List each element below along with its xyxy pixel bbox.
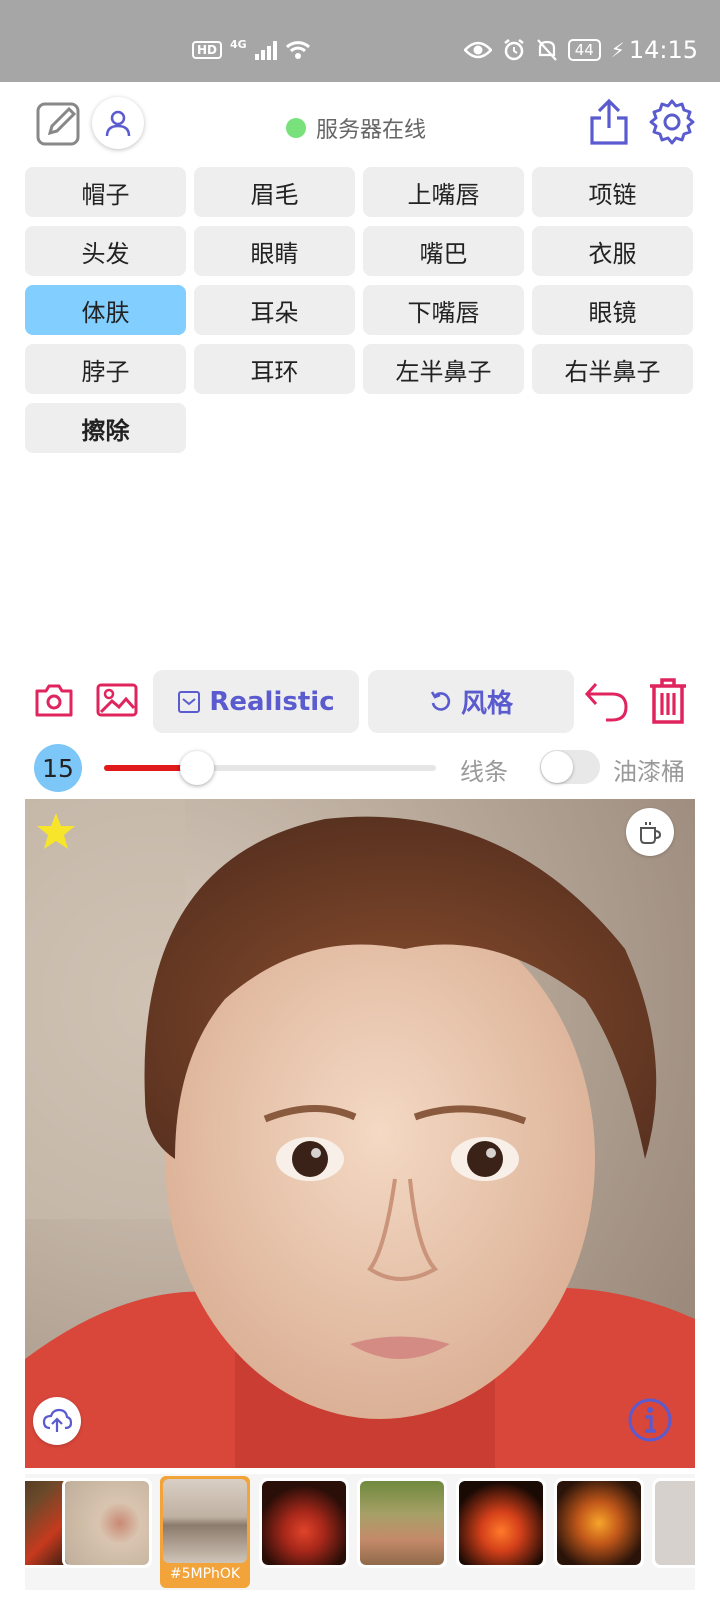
top-bar: 服务器在线 (0, 82, 720, 162)
coffee-icon (640, 822, 662, 844)
network-type: 4G (230, 38, 247, 51)
hd-badge: HD (192, 40, 223, 59)
category-grid: 帽子 眉毛 上嘴唇 项链头发 眼睛 嘴巴 衣服体肤 耳朵 下嘴唇 眼镜脖子 耳环 左半鼻子 右半鼻子擦除 (25, 167, 695, 453)
category-button[interactable]: 耳朵 (194, 285, 355, 335)
toolbar: Realistic 风格 (0, 670, 720, 734)
category-button[interactable]: 上嘴唇 (363, 167, 524, 217)
category-button[interactable]: 左半鼻子 (363, 344, 524, 394)
photo-canvas[interactable] (25, 799, 695, 1468)
upload-button[interactable] (33, 1397, 81, 1445)
gallery-button[interactable] (96, 680, 138, 720)
style-button[interactable]: 风格 (368, 670, 574, 733)
status-bar: HD 4G 44 ⚡ 14:15 (0, 0, 720, 82)
paint-bucket-toggle[interactable] (540, 750, 600, 784)
category-button[interactable]: 嘴巴 (363, 226, 524, 276)
category-button[interactable]: 衣服 (532, 226, 693, 276)
style-thumbnail[interactable] (652, 1478, 695, 1568)
brush-size-slider[interactable] (104, 751, 436, 785)
category-button[interactable]: 帽子 (25, 167, 186, 217)
share-button[interactable] (586, 98, 632, 146)
image-icon (96, 683, 138, 717)
thumbnail-caption: #5MPhOK (169, 1566, 241, 1582)
style-thumbnail-strip[interactable]: #5MPhOK (25, 1474, 695, 1590)
category-button[interactable]: 右半鼻子 (532, 344, 693, 394)
toggle-knob (541, 751, 573, 783)
coffee-button[interactable] (626, 808, 674, 856)
camera-icon (35, 684, 73, 717)
wifi-icon (285, 40, 310, 59)
slider-thumb[interactable] (179, 751, 214, 785)
style-thumbnail-selected[interactable]: #5MPhOK (160, 1476, 250, 1588)
category-button[interactable]: 头发 (25, 226, 186, 276)
eye-icon (463, 41, 492, 59)
edit-icon (36, 102, 80, 146)
clock: 14:15 (628, 36, 698, 64)
edit-button[interactable] (36, 100, 82, 146)
portrait-image (25, 799, 695, 1468)
user-icon (105, 110, 131, 137)
paint-bucket-label: 油漆桶 (613, 758, 685, 786)
profile-button[interactable] (92, 97, 144, 149)
alarm-icon (503, 39, 524, 61)
server-status-label: 服务器在线 (316, 118, 427, 143)
style-thumbnail[interactable] (259, 1478, 349, 1568)
category-button[interactable]: 项链 (532, 167, 693, 217)
settings-button[interactable] (648, 98, 696, 146)
battery-level: 44 (567, 39, 601, 61)
brush-size-badge: 15 (34, 744, 82, 792)
category-button[interactable]: 下嘴唇 (363, 285, 524, 335)
brush-controls: 15 线条 油漆桶 (0, 744, 720, 794)
style-thumbnail[interactable] (554, 1478, 644, 1568)
cloud-upload-icon (42, 1408, 72, 1432)
model-label: Realistic (209, 686, 335, 717)
share-icon (590, 98, 628, 145)
charging-icon: ⚡ (610, 38, 625, 62)
gear-icon (649, 99, 695, 145)
style-thumbnail[interactable] (456, 1478, 546, 1568)
category-button[interactable]: 体肤 (25, 285, 186, 335)
camera-button[interactable] (34, 680, 74, 720)
category-button[interactable]: 耳环 (194, 344, 355, 394)
line-mode-label: 线条 (460, 758, 508, 786)
network-indicators: HD 4G (192, 38, 311, 61)
delete-button[interactable] (646, 676, 690, 726)
info-icon[interactable] (627, 1397, 673, 1443)
style-label: 风格 (460, 689, 513, 719)
online-dot (286, 118, 306, 138)
status-right: 44 ⚡ 14:15 (463, 36, 698, 64)
undo-button[interactable] (584, 678, 630, 724)
favorite-star-icon[interactable] (35, 811, 77, 855)
category-button[interactable]: 眉毛 (194, 167, 355, 217)
style-thumbnail[interactable] (62, 1478, 152, 1568)
refresh-icon (430, 690, 451, 711)
trash-icon (650, 678, 686, 724)
category-button[interactable]: 眼睛 (194, 226, 355, 276)
checkbox-icon (178, 690, 201, 713)
model-select-button[interactable]: Realistic (153, 670, 359, 733)
signal-icon (254, 40, 277, 60)
category-button[interactable]: 擦除 (25, 403, 186, 453)
server-status: 服务器在线 (286, 112, 426, 144)
undo-icon (584, 682, 628, 722)
style-thumbnail[interactable] (357, 1478, 447, 1568)
category-button[interactable]: 眼镜 (532, 285, 693, 335)
mute-bell-icon (536, 39, 557, 61)
category-button[interactable]: 脖子 (25, 344, 186, 394)
